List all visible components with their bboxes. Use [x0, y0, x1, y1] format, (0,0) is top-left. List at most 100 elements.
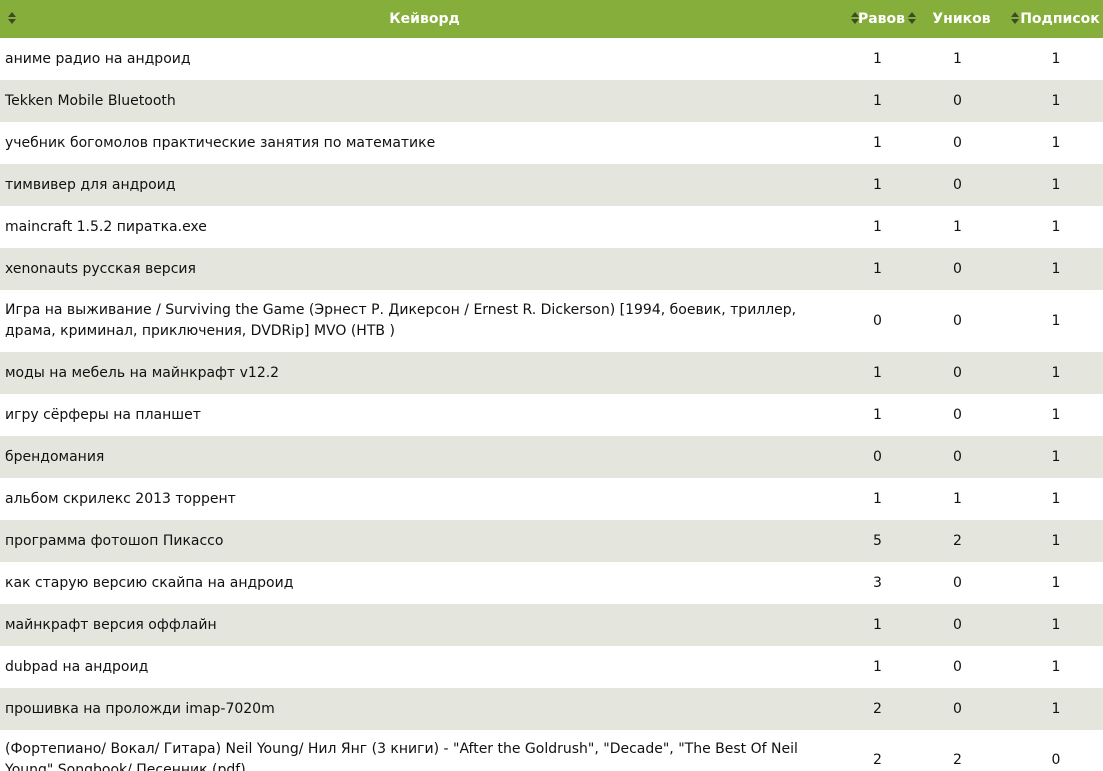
subs-cell: 1	[1009, 164, 1103, 206]
unique-cell: 2	[906, 730, 1009, 771]
keyword-cell: альбом скрилекс 2013 торрент	[0, 478, 849, 520]
raw-cell: 1	[849, 646, 906, 688]
raw-cell: 0	[849, 290, 906, 352]
keyword-cell: аниме радио на андроид	[0, 38, 849, 80]
table-row: тимвивер для андроид 1 0 1	[0, 164, 1103, 206]
raw-cell: 1	[849, 478, 906, 520]
table-row: учебник богомолов практические занятия п…	[0, 122, 1103, 164]
subs-cell: 1	[1009, 290, 1103, 352]
unique-cell: 0	[906, 248, 1009, 290]
unique-cell: 0	[906, 352, 1009, 394]
raw-cell: 1	[849, 38, 906, 80]
raw-cell: 1	[849, 604, 906, 646]
subs-cell: 1	[1009, 436, 1103, 478]
table-row: аниме радио на андроид 1 1 1	[0, 38, 1103, 80]
unique-cell: 0	[906, 122, 1009, 164]
raw-cell: 1	[849, 352, 906, 394]
subs-cell: 1	[1009, 520, 1103, 562]
subs-cell: 1	[1009, 206, 1103, 248]
subs-cell: 1	[1009, 122, 1103, 164]
raw-cell: 1	[849, 206, 906, 248]
table-row: игру сёрферы на планшет 1 0 1	[0, 394, 1103, 436]
keyword-cell: Игра на выживание / Surviving the Game (…	[0, 290, 849, 352]
keyword-cell: брендомания	[0, 436, 849, 478]
subs-cell: 1	[1009, 394, 1103, 436]
sort-column-unique[interactable]: Уников	[906, 0, 1009, 38]
header-unique-label: Уников	[932, 11, 991, 27]
raw-cell: 5	[849, 520, 906, 562]
subs-cell: 1	[1009, 38, 1103, 80]
keyword-cell: майнкрафт версия оффлайн	[0, 604, 849, 646]
raw-cell: 2	[849, 730, 906, 771]
unique-cell: 0	[906, 646, 1009, 688]
table-body: аниме радио на андроид 1 1 1 Tekken Mobi…	[0, 38, 1103, 771]
table-row: maincraft 1.5.2 пиратка.exe 1 1 1	[0, 206, 1103, 248]
table-row: (Фортепиано/ Вокал/ Гитара) Neil Young/ …	[0, 730, 1103, 771]
sort-arrows-icon	[851, 12, 859, 24]
subs-cell: 1	[1009, 688, 1103, 730]
keyword-cell: xenonauts русская версия	[0, 248, 849, 290]
header-row: Кейворд Равов Уников Подписок	[0, 0, 1103, 38]
sort-arrows-icon	[8, 12, 16, 24]
sort-column-raw[interactable]: Равов	[849, 0, 906, 38]
keyword-cell: прошивка на проложди imap-7020m	[0, 688, 849, 730]
unique-cell: 1	[906, 38, 1009, 80]
keyword-cell: тимвивер для андроид	[0, 164, 849, 206]
sort-arrows-icon	[908, 12, 916, 24]
table-row: как старую версию скайпа на андроид 3 0 …	[0, 562, 1103, 604]
subs-cell: 1	[1009, 352, 1103, 394]
raw-cell: 1	[849, 394, 906, 436]
unique-cell: 0	[906, 562, 1009, 604]
sort-column-keyword[interactable]: Кейворд	[0, 0, 849, 38]
raw-cell: 1	[849, 122, 906, 164]
sort-column-subs[interactable]: Подписок	[1009, 0, 1103, 38]
table-row: Игра на выживание / Surviving the Game (…	[0, 290, 1103, 352]
keyword-cell: как старую версию скайпа на андроид	[0, 562, 849, 604]
raw-cell: 1	[849, 164, 906, 206]
subs-cell: 1	[1009, 80, 1103, 122]
subs-cell: 1	[1009, 478, 1103, 520]
keyword-cell: (Фортепиано/ Вокал/ Гитара) Neil Young/ …	[0, 730, 849, 771]
subs-cell: 0	[1009, 730, 1103, 771]
unique-cell: 0	[906, 290, 1009, 352]
unique-cell: 1	[906, 478, 1009, 520]
unique-cell: 0	[906, 80, 1009, 122]
unique-cell: 0	[906, 604, 1009, 646]
header-subs-label: Подписок	[1020, 11, 1100, 27]
keyword-cell: dubpad на андроид	[0, 646, 849, 688]
unique-cell: 2	[906, 520, 1009, 562]
raw-cell: 2	[849, 688, 906, 730]
keyword-cell: maincraft 1.5.2 пиратка.exe	[0, 206, 849, 248]
subs-cell: 1	[1009, 562, 1103, 604]
unique-cell: 0	[906, 688, 1009, 730]
subs-cell: 1	[1009, 646, 1103, 688]
table-row: dubpad на андроид 1 0 1	[0, 646, 1103, 688]
raw-cell: 0	[849, 436, 906, 478]
unique-cell: 0	[906, 164, 1009, 206]
raw-cell: 1	[849, 248, 906, 290]
subs-cell: 1	[1009, 604, 1103, 646]
unique-cell: 1	[906, 206, 1009, 248]
keyword-cell: Tekken Mobile Bluetooth	[0, 80, 849, 122]
table-row: прошивка на проложди imap-7020m 2 0 1	[0, 688, 1103, 730]
table-row: программа фотошоп Пикассо 5 2 1	[0, 520, 1103, 562]
table-row: xenonauts русская версия 1 0 1	[0, 248, 1103, 290]
subs-cell: 1	[1009, 248, 1103, 290]
raw-cell: 1	[849, 80, 906, 122]
table-row: моды на мебель на майнкрафт v12.2 1 0 1	[0, 352, 1103, 394]
unique-cell: 0	[906, 394, 1009, 436]
table-row: брендомания 0 0 1	[0, 436, 1103, 478]
table-row: Tekken Mobile Bluetooth 1 0 1	[0, 80, 1103, 122]
keywords-table: Кейворд Равов Уников Подписок аниме ради…	[0, 0, 1103, 771]
keyword-cell: учебник богомолов практические занятия п…	[0, 122, 849, 164]
sort-arrows-icon	[1011, 12, 1019, 24]
keyword-cell: игру сёрферы на планшет	[0, 394, 849, 436]
keyword-cell: моды на мебель на майнкрафт v12.2	[0, 352, 849, 394]
header-keyword-label: Кейворд	[389, 11, 460, 27]
table-header: Кейворд Равов Уников Подписок	[0, 0, 1103, 38]
table-row: майнкрафт версия оффлайн 1 0 1	[0, 604, 1103, 646]
keyword-cell: программа фотошоп Пикассо	[0, 520, 849, 562]
raw-cell: 3	[849, 562, 906, 604]
table-row: альбом скрилекс 2013 торрент 1 1 1	[0, 478, 1103, 520]
unique-cell: 0	[906, 436, 1009, 478]
